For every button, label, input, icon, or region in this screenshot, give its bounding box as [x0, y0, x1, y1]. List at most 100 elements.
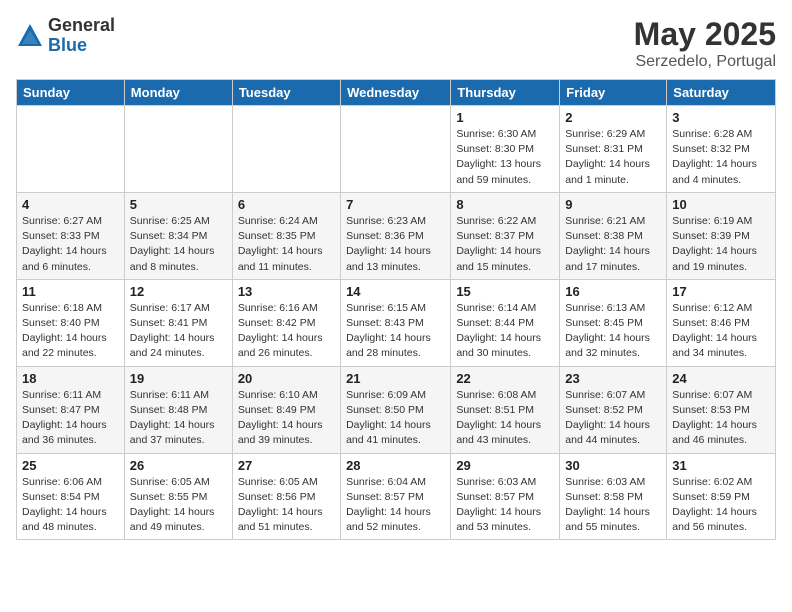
day-info: Sunrise: 6:11 AM Sunset: 8:47 PM Dayligh…	[22, 388, 119, 449]
day-number: 11	[22, 284, 119, 299]
table-row: 16 Sunrise: 6:13 AM Sunset: 8:45 PM Dayli…	[560, 279, 667, 366]
day-info: Sunrise: 6:27 AM Sunset: 8:33 PM Dayligh…	[22, 214, 119, 275]
header-thursday: Thursday	[451, 80, 560, 106]
day-number: 2	[565, 110, 661, 125]
day-number: 21	[346, 371, 445, 386]
table-row: 7 Sunrise: 6:23 AM Sunset: 8:36 PM Daylig…	[341, 192, 451, 279]
header-monday: Monday	[124, 80, 232, 106]
table-row	[232, 106, 340, 193]
day-info: Sunrise: 6:23 AM Sunset: 8:36 PM Dayligh…	[346, 214, 445, 275]
day-number: 30	[565, 458, 661, 473]
table-row: 3 Sunrise: 6:28 AM Sunset: 8:32 PM Daylig…	[667, 106, 776, 193]
table-row	[341, 106, 451, 193]
day-number: 25	[22, 458, 119, 473]
logo: General Blue	[16, 16, 115, 56]
day-number: 31	[672, 458, 770, 473]
calendar-week-row: 18 Sunrise: 6:11 AM Sunset: 8:47 PM Dayli…	[17, 366, 776, 453]
day-number: 26	[130, 458, 227, 473]
table-row: 1 Sunrise: 6:30 AM Sunset: 8:30 PM Daylig…	[451, 106, 560, 193]
day-info: Sunrise: 6:17 AM Sunset: 8:41 PM Dayligh…	[130, 301, 227, 362]
logo-blue-label: Blue	[48, 36, 115, 56]
logo-icon	[16, 22, 44, 50]
table-row: 15Sunrise: 6:14 AM Sunset: 8:44 PM Dayli…	[451, 279, 560, 366]
table-row: 9 Sunrise: 6:21 AM Sunset: 8:38 PM Daylig…	[560, 192, 667, 279]
day-number: 5	[130, 197, 227, 212]
day-info: Sunrise: 6:18 AM Sunset: 8:40 PM Dayligh…	[22, 301, 119, 362]
day-info: Sunrise: 6:07 AM Sunset: 8:52 PM Dayligh…	[565, 388, 661, 449]
day-number: 28	[346, 458, 445, 473]
day-info: Sunrise: 6:05 AM Sunset: 8:56 PM Dayligh…	[238, 475, 335, 536]
header-friday: Friday	[560, 80, 667, 106]
day-info: Sunrise: 6:03 AM Sunset: 8:57 PM Dayligh…	[456, 475, 554, 536]
table-row: 6 Sunrise: 6:24 AM Sunset: 8:35 PM Daylig…	[232, 192, 340, 279]
calendar-week-row: 4Sunrise: 6:27 AM Sunset: 8:33 PM Daylig…	[17, 192, 776, 279]
table-row: 31 Sunrise: 6:02 AM Sunset: 8:59 PM Dayli…	[667, 453, 776, 540]
location-title: Serzedelo, Portugal	[634, 53, 776, 71]
table-row: 17 Sunrise: 6:12 AM Sunset: 8:46 PM Dayli…	[667, 279, 776, 366]
day-info: Sunrise: 6:02 AM Sunset: 8:59 PM Dayligh…	[672, 475, 770, 536]
day-number: 6	[238, 197, 335, 212]
table-row: 23 Sunrise: 6:07 AM Sunset: 8:52 PM Dayli…	[560, 366, 667, 453]
day-number: 19	[130, 371, 227, 386]
day-number: 23	[565, 371, 661, 386]
table-row: 27 Sunrise: 6:05 AM Sunset: 8:56 PM Dayli…	[232, 453, 340, 540]
table-row: 28 Sunrise: 6:04 AM Sunset: 8:57 PM Dayli…	[341, 453, 451, 540]
day-info: Sunrise: 6:28 AM Sunset: 8:32 PM Dayligh…	[672, 127, 770, 188]
header-saturday: Saturday	[667, 80, 776, 106]
day-info: Sunrise: 6:29 AM Sunset: 8:31 PM Dayligh…	[565, 127, 661, 188]
calendar-week-row: 1 Sunrise: 6:30 AM Sunset: 8:30 PM Daylig…	[17, 106, 776, 193]
day-number: 16	[565, 284, 661, 299]
day-number: 9	[565, 197, 661, 212]
day-info: Sunrise: 6:24 AM Sunset: 8:35 PM Dayligh…	[238, 214, 335, 275]
day-number: 27	[238, 458, 335, 473]
day-info: Sunrise: 6:25 AM Sunset: 8:34 PM Dayligh…	[130, 214, 227, 275]
day-number: 8	[456, 197, 554, 212]
day-number: 3	[672, 110, 770, 125]
table-row: 30 Sunrise: 6:03 AM Sunset: 8:58 PM Dayli…	[560, 453, 667, 540]
calendar-week-row: 25 Sunrise: 6:06 AM Sunset: 8:54 PM Dayli…	[17, 453, 776, 540]
table-row: 24Sunrise: 6:07 AM Sunset: 8:53 PM Dayli…	[667, 366, 776, 453]
day-info: Sunrise: 6:13 AM Sunset: 8:45 PM Dayligh…	[565, 301, 661, 362]
day-info: Sunrise: 6:09 AM Sunset: 8:50 PM Dayligh…	[346, 388, 445, 449]
day-info: Sunrise: 6:19 AM Sunset: 8:39 PM Dayligh…	[672, 214, 770, 275]
table-row	[124, 106, 232, 193]
day-info: Sunrise: 6:15 AM Sunset: 8:43 PM Dayligh…	[346, 301, 445, 362]
table-row: 20 Sunrise: 6:10 AM Sunset: 8:49 PM Dayli…	[232, 366, 340, 453]
table-row: 18 Sunrise: 6:11 AM Sunset: 8:47 PM Dayli…	[17, 366, 125, 453]
page-header: General Blue May 2025 Serzedelo, Portuga…	[16, 16, 776, 71]
day-number: 12	[130, 284, 227, 299]
day-info: Sunrise: 6:06 AM Sunset: 8:54 PM Dayligh…	[22, 475, 119, 536]
day-number: 1	[456, 110, 554, 125]
day-info: Sunrise: 6:21 AM Sunset: 8:38 PM Dayligh…	[565, 214, 661, 275]
calendar-table: Sunday Monday Tuesday Wednesday Thursday…	[16, 79, 776, 540]
table-row	[17, 106, 125, 193]
day-number: 20	[238, 371, 335, 386]
table-row: 29 Sunrise: 6:03 AM Sunset: 8:57 PM Dayli…	[451, 453, 560, 540]
day-number: 17	[672, 284, 770, 299]
month-title: May 2025	[634, 16, 776, 53]
table-row: 25 Sunrise: 6:06 AM Sunset: 8:54 PM Dayli…	[17, 453, 125, 540]
day-info: Sunrise: 6:10 AM Sunset: 8:49 PM Dayligh…	[238, 388, 335, 449]
day-number: 18	[22, 371, 119, 386]
day-info: Sunrise: 6:03 AM Sunset: 8:58 PM Dayligh…	[565, 475, 661, 536]
table-row: 5 Sunrise: 6:25 AM Sunset: 8:34 PM Daylig…	[124, 192, 232, 279]
day-info: Sunrise: 6:16 AM Sunset: 8:42 PM Dayligh…	[238, 301, 335, 362]
table-row: 26Sunrise: 6:05 AM Sunset: 8:55 PM Dayli…	[124, 453, 232, 540]
header-tuesday: Tuesday	[232, 80, 340, 106]
table-row: 14Sunrise: 6:15 AM Sunset: 8:43 PM Dayli…	[341, 279, 451, 366]
table-row: 21 Sunrise: 6:09 AM Sunset: 8:50 PM Dayli…	[341, 366, 451, 453]
logo-text: General Blue	[48, 16, 115, 56]
header-wednesday: Wednesday	[341, 80, 451, 106]
day-number: 7	[346, 197, 445, 212]
header-sunday: Sunday	[17, 80, 125, 106]
day-number: 10	[672, 197, 770, 212]
day-info: Sunrise: 6:12 AM Sunset: 8:46 PM Dayligh…	[672, 301, 770, 362]
day-number: 29	[456, 458, 554, 473]
table-row: 13Sunrise: 6:16 AM Sunset: 8:42 PM Dayli…	[232, 279, 340, 366]
table-row: 4Sunrise: 6:27 AM Sunset: 8:33 PM Daylig…	[17, 192, 125, 279]
day-info: Sunrise: 6:30 AM Sunset: 8:30 PM Dayligh…	[456, 127, 554, 188]
day-info: Sunrise: 6:07 AM Sunset: 8:53 PM Dayligh…	[672, 388, 770, 449]
day-info: Sunrise: 6:11 AM Sunset: 8:48 PM Dayligh…	[130, 388, 227, 449]
weekday-header-row: Sunday Monday Tuesday Wednesday Thursday…	[17, 80, 776, 106]
day-info: Sunrise: 6:04 AM Sunset: 8:57 PM Dayligh…	[346, 475, 445, 536]
